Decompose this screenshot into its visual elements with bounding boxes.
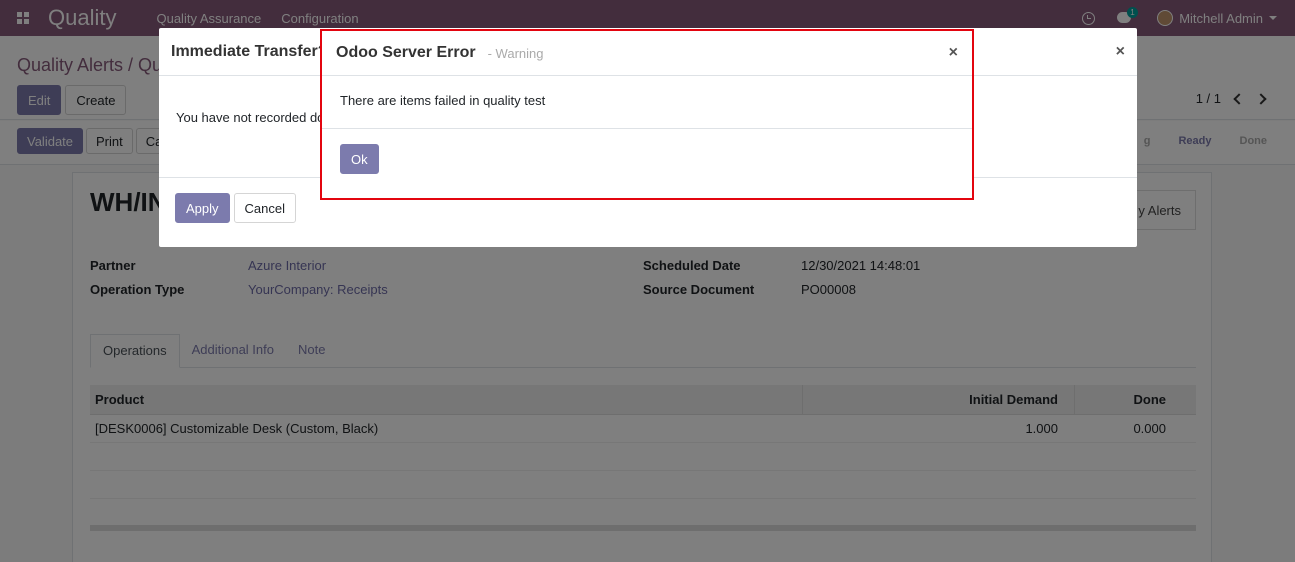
server-error-dialog: Odoo Server Error - Warning × There are … <box>322 31 972 198</box>
dialog-title: Immediate Transfer? <box>171 42 328 60</box>
error-dialog-title: Odoo Server Error <box>336 44 476 61</box>
error-dialog-subtitle: - Warning <box>487 45 544 61</box>
close-icon[interactable]: × <box>949 44 958 62</box>
ok-button[interactable]: Ok <box>340 144 379 174</box>
error-dialog-footer: Ok <box>322 129 972 189</box>
close-icon[interactable]: × <box>1116 43 1125 61</box>
error-dialog-header: Odoo Server Error - Warning × <box>322 31 972 76</box>
error-message: There are items failed in quality test <box>340 93 546 108</box>
cancel-button[interactable]: Cancel <box>233 193 296 223</box>
error-dialog-body: There are items failed in quality test <box>322 76 972 129</box>
apply-button[interactable]: Apply <box>175 193 230 223</box>
dialog-message: You have not recorded do <box>176 110 325 125</box>
